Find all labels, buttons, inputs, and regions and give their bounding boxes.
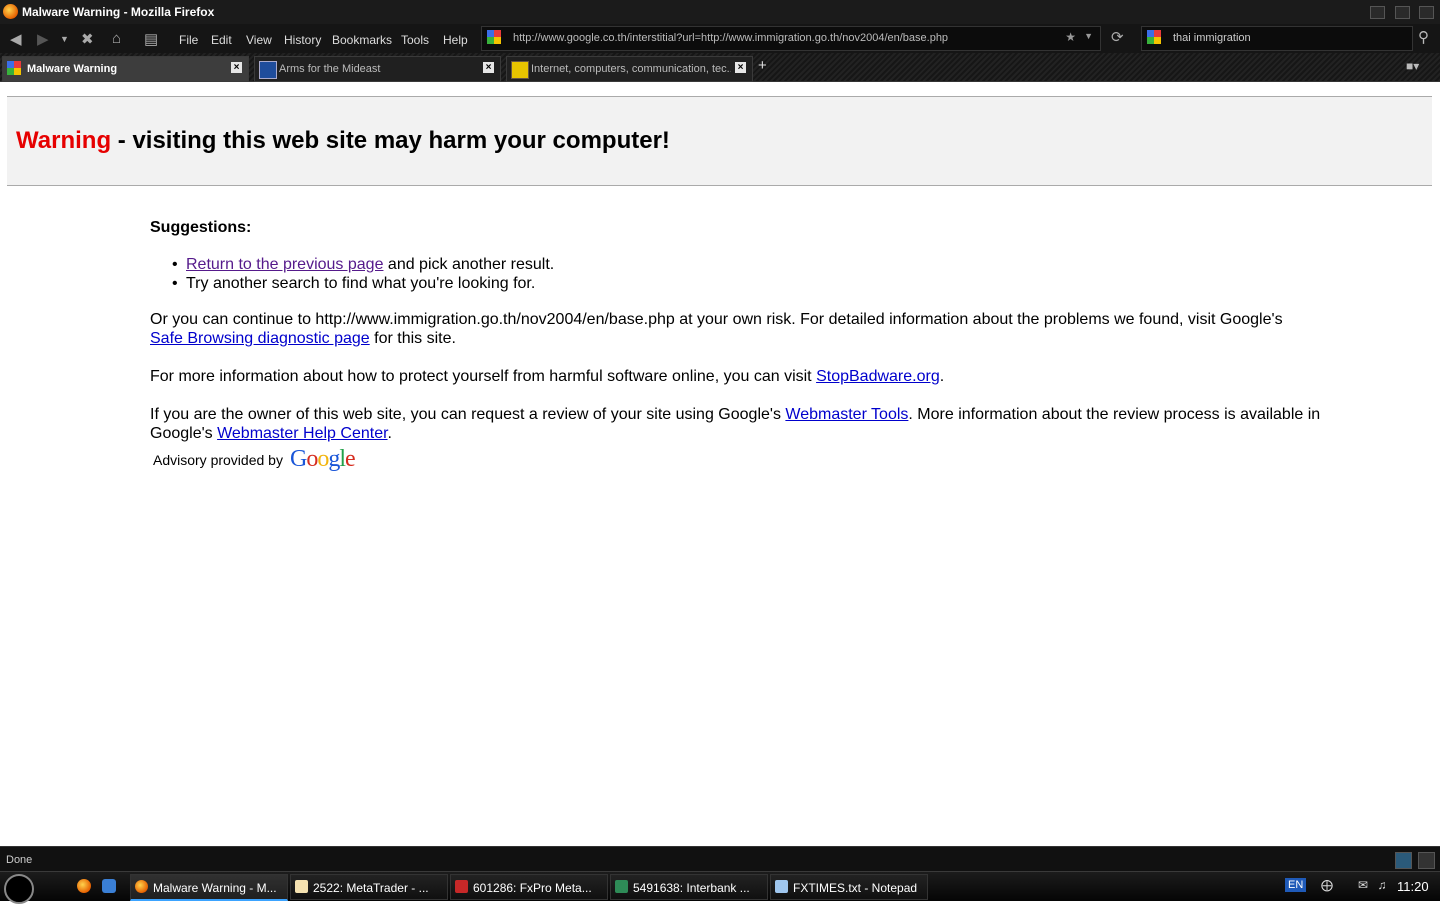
warning-banner: Warning - visiting this web site may har… bbox=[7, 96, 1432, 186]
resize-grip-icon[interactable] bbox=[1418, 852, 1435, 869]
taskbar-clock: 11:20 bbox=[1397, 879, 1429, 894]
bullet-1: • bbox=[172, 256, 178, 273]
language-indicator[interactable]: EN bbox=[1285, 878, 1307, 892]
search-box[interactable]: thai immigration bbox=[1141, 26, 1413, 51]
window-titlebar: Malware Warning - Mozilla Firefox bbox=[0, 0, 1440, 24]
url-dropdown-icon[interactable]: ▼ bbox=[1084, 31, 1093, 41]
menu-edit[interactable]: Edit bbox=[211, 33, 232, 47]
task-interbank[interactable]: 5491638: Interbank ... bbox=[610, 874, 768, 900]
suggestion-2: Try another search to find what you're l… bbox=[186, 275, 536, 292]
task-metatrader[interactable]: 2522: MetaTrader - ... bbox=[290, 874, 448, 900]
tab-list-icon[interactable]: ■▾ bbox=[1406, 59, 1419, 73]
status-bar: Done bbox=[0, 846, 1440, 871]
stopbadware-paragraph: For more information about how to protec… bbox=[150, 368, 945, 385]
new-tab-plus-icon[interactable]: + bbox=[758, 57, 767, 74]
status-text: Done bbox=[6, 854, 33, 866]
forward-arrow-icon[interactable]: ▶ bbox=[37, 30, 49, 48]
tab-malware-warning[interactable]: Malware Warning × bbox=[2, 56, 249, 82]
close-window-button[interactable] bbox=[1419, 6, 1434, 19]
window-title: Malware Warning - Mozilla Firefox bbox=[22, 5, 215, 19]
address-bar[interactable]: http://www.google.co.th/interstitial?url… bbox=[481, 26, 1101, 51]
menu-history[interactable]: History bbox=[284, 33, 321, 47]
owner-paragraph: If you are the owner of this web site, y… bbox=[150, 406, 1321, 423]
stopbadware-link[interactable]: StopBadware.org bbox=[816, 368, 940, 385]
tab-internet-computers[interactable]: Internet, computers, communication, tec.… bbox=[506, 56, 753, 82]
minimize-button[interactable] bbox=[1370, 6, 1386, 19]
history-dropdown-icon[interactable]: ▼ bbox=[60, 34, 69, 44]
maximize-button[interactable] bbox=[1394, 6, 1410, 19]
warning-message: - visiting this web site may harm your c… bbox=[111, 127, 670, 154]
windows-taskbar: Malware Warning - M... 2522: MetaTrader … bbox=[0, 871, 1440, 904]
warning-heading: Warning - visiting this web site may har… bbox=[16, 127, 670, 155]
mail-tray-icon[interactable]: ✉ bbox=[1356, 878, 1370, 892]
search-input[interactable]: thai immigration bbox=[1173, 32, 1251, 44]
home-icon[interactable]: ⌂ bbox=[112, 30, 121, 47]
reload-icon[interactable]: ⟳ bbox=[1111, 28, 1124, 46]
site-favicon-icon bbox=[259, 61, 277, 79]
magnifier-icon[interactable]: ⚲ bbox=[1418, 28, 1429, 46]
task-malware-warning[interactable]: Malware Warning - M... bbox=[130, 874, 288, 901]
stop-icon[interactable]: ✖ bbox=[81, 30, 94, 48]
webmaster-tools-link[interactable]: Webmaster Tools bbox=[785, 406, 908, 423]
site-favicon-icon bbox=[511, 61, 529, 79]
page-content: Warning - visiting this web site may har… bbox=[0, 82, 1440, 845]
firefox-quicklaunch-icon[interactable] bbox=[77, 879, 91, 893]
firefox-icon bbox=[3, 4, 18, 19]
menu-tools[interactable]: Tools bbox=[401, 33, 429, 47]
google-favicon-icon bbox=[7, 61, 23, 77]
address-url[interactable]: http://www.google.co.th/interstitial?url… bbox=[513, 32, 948, 44]
tab-label: Arms for the Mideast bbox=[279, 63, 381, 75]
owner-paragraph-line2: Google's Webmaster Help Center. bbox=[150, 425, 392, 442]
safe-browsing-diagnostic-link[interactable]: Safe Browsing diagnostic page bbox=[150, 330, 370, 347]
notepad-icon bbox=[775, 880, 788, 893]
tab-close-icon[interactable]: × bbox=[231, 62, 242, 73]
back-arrow-icon[interactable]: ◀ bbox=[10, 30, 22, 48]
fxpro-icon bbox=[455, 880, 468, 893]
google-logo: Google bbox=[290, 446, 356, 472]
task-fxpro-metatrader[interactable]: 601286: FxPro Meta... bbox=[450, 874, 608, 900]
webmaster-help-center-link[interactable]: Webmaster Help Center bbox=[217, 425, 387, 442]
network-tray-icon[interactable]: ⨁ bbox=[1320, 878, 1334, 892]
interbank-icon bbox=[615, 880, 628, 893]
bookmark-star-icon[interactable]: ★ bbox=[1065, 30, 1076, 44]
desktop-quicklaunch-icon[interactable] bbox=[102, 879, 116, 893]
advisory-text: Advisory provided by bbox=[153, 452, 283, 468]
tab-arms-for-the-mideast[interactable]: Arms for the Mideast × bbox=[254, 56, 501, 82]
addon-status-icon[interactable] bbox=[1395, 852, 1412, 869]
bullet-2: • bbox=[172, 275, 178, 292]
menu-view[interactable]: View bbox=[246, 33, 272, 47]
volume-tray-icon[interactable]: ♫ bbox=[1375, 878, 1389, 892]
tab-label: Internet, computers, communication, tec.… bbox=[531, 63, 731, 75]
tab-close-icon[interactable]: × bbox=[483, 62, 494, 73]
continue-paragraph: Or you can continue to http://www.immigr… bbox=[150, 311, 1283, 328]
menu-file[interactable]: File bbox=[179, 33, 198, 47]
google-favicon-icon bbox=[487, 30, 501, 44]
warning-word: Warning bbox=[16, 127, 112, 154]
metatrader-icon bbox=[295, 880, 308, 893]
suggestions-heading: Suggestions: bbox=[150, 219, 252, 236]
suggestion-1: Return to the previous page and pick ano… bbox=[186, 256, 555, 273]
tab-label: Malware Warning bbox=[27, 63, 118, 75]
firefox-icon bbox=[135, 880, 148, 893]
menu-bookmarks[interactable]: Bookmarks bbox=[332, 33, 392, 47]
search-engine-icon[interactable] bbox=[1147, 30, 1161, 44]
continue-paragraph-line2: Safe Browsing diagnostic page for this s… bbox=[150, 330, 456, 347]
print-icon[interactable]: ▤ bbox=[144, 30, 158, 48]
task-notepad[interactable]: FXTIMES.txt - Notepad bbox=[770, 874, 928, 900]
return-previous-page-link[interactable]: Return to the previous page bbox=[186, 256, 383, 273]
menu-help[interactable]: Help bbox=[443, 33, 468, 47]
tab-close-icon[interactable]: × bbox=[735, 62, 746, 73]
